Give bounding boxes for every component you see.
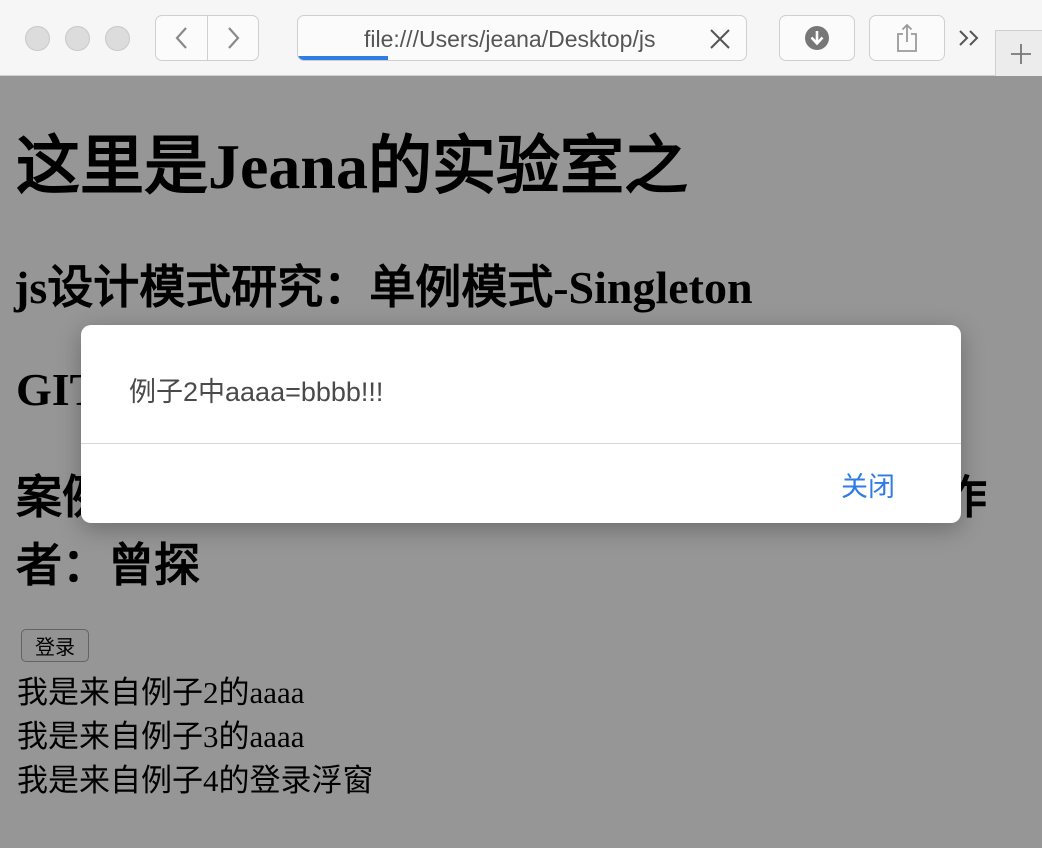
toolbar-overflow-button[interactable] bbox=[956, 24, 984, 52]
url-text: file:///Users/jeana/Desktop/js bbox=[364, 26, 656, 52]
browser-toolbar: file:///Users/jeana/Desktop/js bbox=[0, 0, 1042, 76]
url-fade bbox=[674, 20, 688, 56]
window-zoom-button[interactable] bbox=[105, 26, 130, 51]
alert-close-button[interactable]: 关闭 bbox=[831, 465, 905, 502]
download-arrow-icon bbox=[805, 26, 829, 50]
chevron-left-icon bbox=[175, 27, 187, 49]
window-minimize-button[interactable] bbox=[65, 26, 90, 51]
share-button[interactable] bbox=[869, 15, 945, 61]
forward-button[interactable] bbox=[207, 15, 259, 61]
address-bar[interactable]: file:///Users/jeana/Desktop/js bbox=[297, 15, 747, 61]
page-viewport: 这里是Jeana的实验室之 js设计模式研究：单例模式-Singleton GI… bbox=[0, 76, 1042, 848]
double-chevron-right-icon bbox=[959, 30, 979, 46]
share-icon bbox=[897, 23, 917, 52]
alert-dialog: 例子2中aaaa=bbbb!!! 关闭 bbox=[81, 325, 961, 523]
downloads-button[interactable] bbox=[779, 15, 855, 61]
stop-loading-button[interactable] bbox=[706, 25, 734, 53]
page-load-progress-bar bbox=[298, 56, 388, 60]
window-close-button[interactable] bbox=[25, 26, 50, 51]
plus-icon bbox=[1010, 43, 1031, 64]
back-button[interactable] bbox=[155, 15, 208, 61]
alert-message: 例子2中aaaa=bbbb!!! bbox=[129, 377, 384, 407]
chevron-right-icon bbox=[228, 27, 240, 49]
new-tab-button[interactable] bbox=[995, 30, 1042, 76]
close-x-icon bbox=[710, 29, 730, 49]
alert-divider bbox=[81, 443, 961, 444]
